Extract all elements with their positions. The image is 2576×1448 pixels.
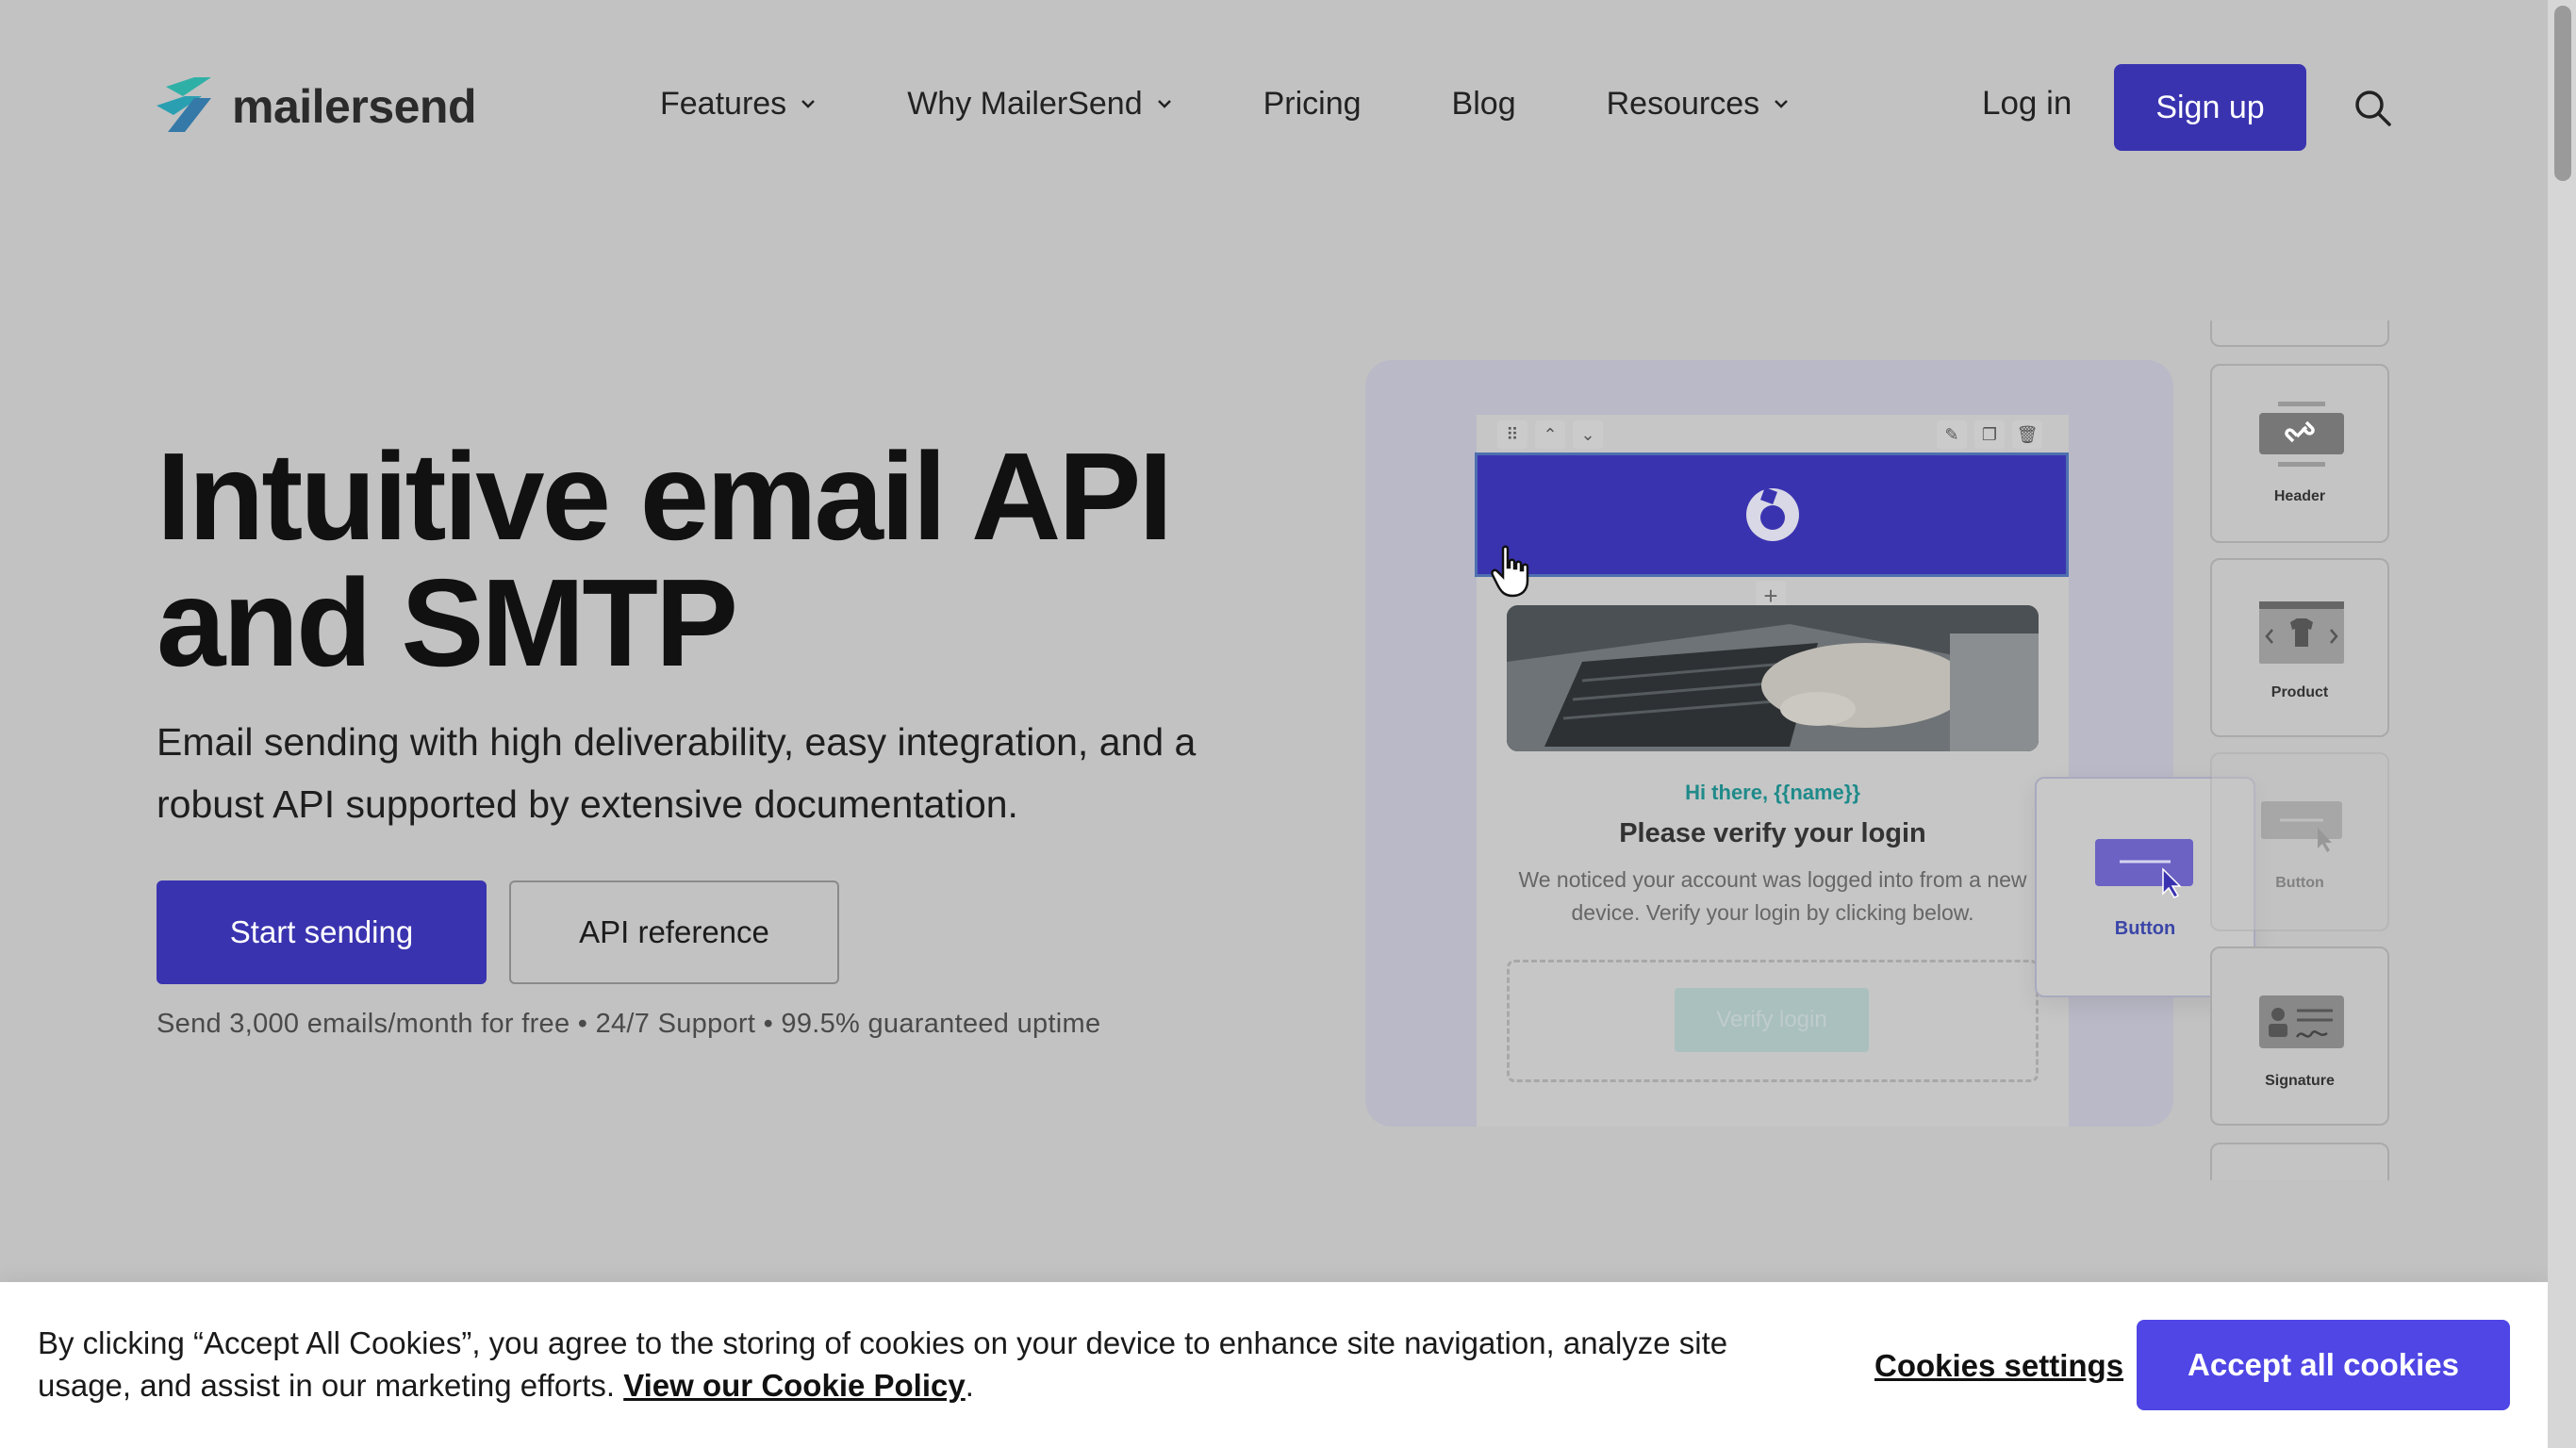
logo-text: mailersend (232, 80, 477, 133)
button-block-icon (2261, 801, 2342, 852)
hand-cursor-icon (1491, 545, 1529, 598)
signature-block-icon (2259, 996, 2344, 1048)
cookie-period: . (965, 1368, 974, 1403)
chevron-down-icon (801, 100, 816, 108)
nav-item-label: Pricing (1263, 85, 1362, 122)
scrollbar[interactable] (2548, 0, 2576, 1448)
email-header-block (1475, 452, 2069, 577)
palette-block-label: Product (2271, 684, 2329, 700)
email-heading: Please verify your login (1619, 818, 1926, 848)
palette-block-partial (2210, 1143, 2389, 1180)
api-reference-button[interactable]: API reference (509, 880, 839, 984)
palette-block-label: Button (2275, 875, 2324, 891)
main-nav: Features Why MailerSend Pricing Blog Res… (660, 81, 1880, 126)
start-sending-button[interactable]: Start sending (157, 880, 487, 984)
palette-block-header[interactable]: Header (2210, 364, 2389, 543)
accept-all-cookies-button[interactable]: Accept all cookies (2137, 1320, 2510, 1410)
hero-tagline: Send 3,000 emails/month for free • 24/7 … (157, 1009, 1101, 1039)
button-block-icon (2095, 839, 2193, 898)
login-link[interactable]: Log in (1982, 85, 2072, 123)
header-block-icon (2259, 402, 2344, 467)
cookie-text: By clicking “Accept All Cookies”, you ag… (38, 1322, 1829, 1407)
logo-mark-icon (157, 77, 211, 132)
signup-button[interactable]: Sign up (2114, 64, 2306, 151)
palette-block-button[interactable]: Button (2210, 752, 2389, 931)
nav-item-label: Resources (1606, 85, 1760, 122)
search-icon[interactable] (2352, 87, 2393, 128)
hero-title: Intuitive email API and SMTP (157, 427, 1173, 692)
palette-block-label: Signature (2265, 1073, 2335, 1089)
email-body: We noticed your account was logged into … (1518, 867, 2027, 925)
block-move-toolbar: ⠿ ⌃ ⌄ (1497, 420, 1603, 449)
drag-handle-icon: ⠿ (1497, 420, 1527, 449)
laptop-photo-image (1507, 605, 2039, 751)
nav-item-label: Blog (1451, 85, 1516, 122)
copy-icon: ❐ (1974, 420, 2005, 449)
nav-item-why-mailersend[interactable]: Why MailerSend (907, 86, 1172, 123)
palette-block-signature[interactable]: Signature (2210, 946, 2389, 1126)
scrollbar-thumb[interactable] (2554, 6, 2571, 181)
chevron-down-icon (1157, 100, 1171, 108)
nav-item-blog[interactable]: Blog (1452, 86, 1516, 123)
palette-block-product[interactable]: Product (2210, 558, 2389, 737)
cookies-settings-link[interactable]: Cookies settings (1874, 1348, 2123, 1384)
nav-item-label: Why MailerSend (907, 85, 1143, 122)
product-block-icon (2259, 601, 2344, 664)
block-edit-toolbar: ✎ ❐ 🗑 (1937, 420, 2042, 449)
palette-block-label: Header (2273, 488, 2326, 504)
nav-item-features[interactable]: Features (660, 86, 817, 123)
brand-circle-icon (1746, 487, 1799, 541)
chevron-down-icon: ⌄ (1573, 420, 1603, 449)
pencil-icon: ✎ (1937, 420, 1967, 449)
page: mailersend Features Why MailerSend Prici… (0, 0, 2548, 1448)
trash-icon: 🗑 (2012, 420, 2042, 449)
chevron-up-icon: ⌃ (1535, 420, 1565, 449)
nav-item-label: Features (660, 85, 787, 122)
email-greeting: Hi there, {{name}} (1685, 781, 1860, 804)
chevron-down-icon (1775, 100, 1789, 108)
nav-item-resources[interactable]: Resources (1607, 86, 1791, 123)
verify-login-button: Verify login (1675, 988, 1869, 1052)
cookie-policy-link[interactable]: View our Cookie Policy (623, 1368, 966, 1403)
cookie-banner: By clicking “Accept All Cookies”, you ag… (0, 1282, 2548, 1448)
palette-block-partial (2210, 321, 2389, 347)
logo[interactable]: mailersend (157, 77, 477, 136)
laptop-photo (1507, 605, 2039, 751)
nav-item-pricing[interactable]: Pricing (1263, 86, 1362, 123)
hero-subtitle: Email sending with high deliverability, … (157, 720, 1197, 826)
